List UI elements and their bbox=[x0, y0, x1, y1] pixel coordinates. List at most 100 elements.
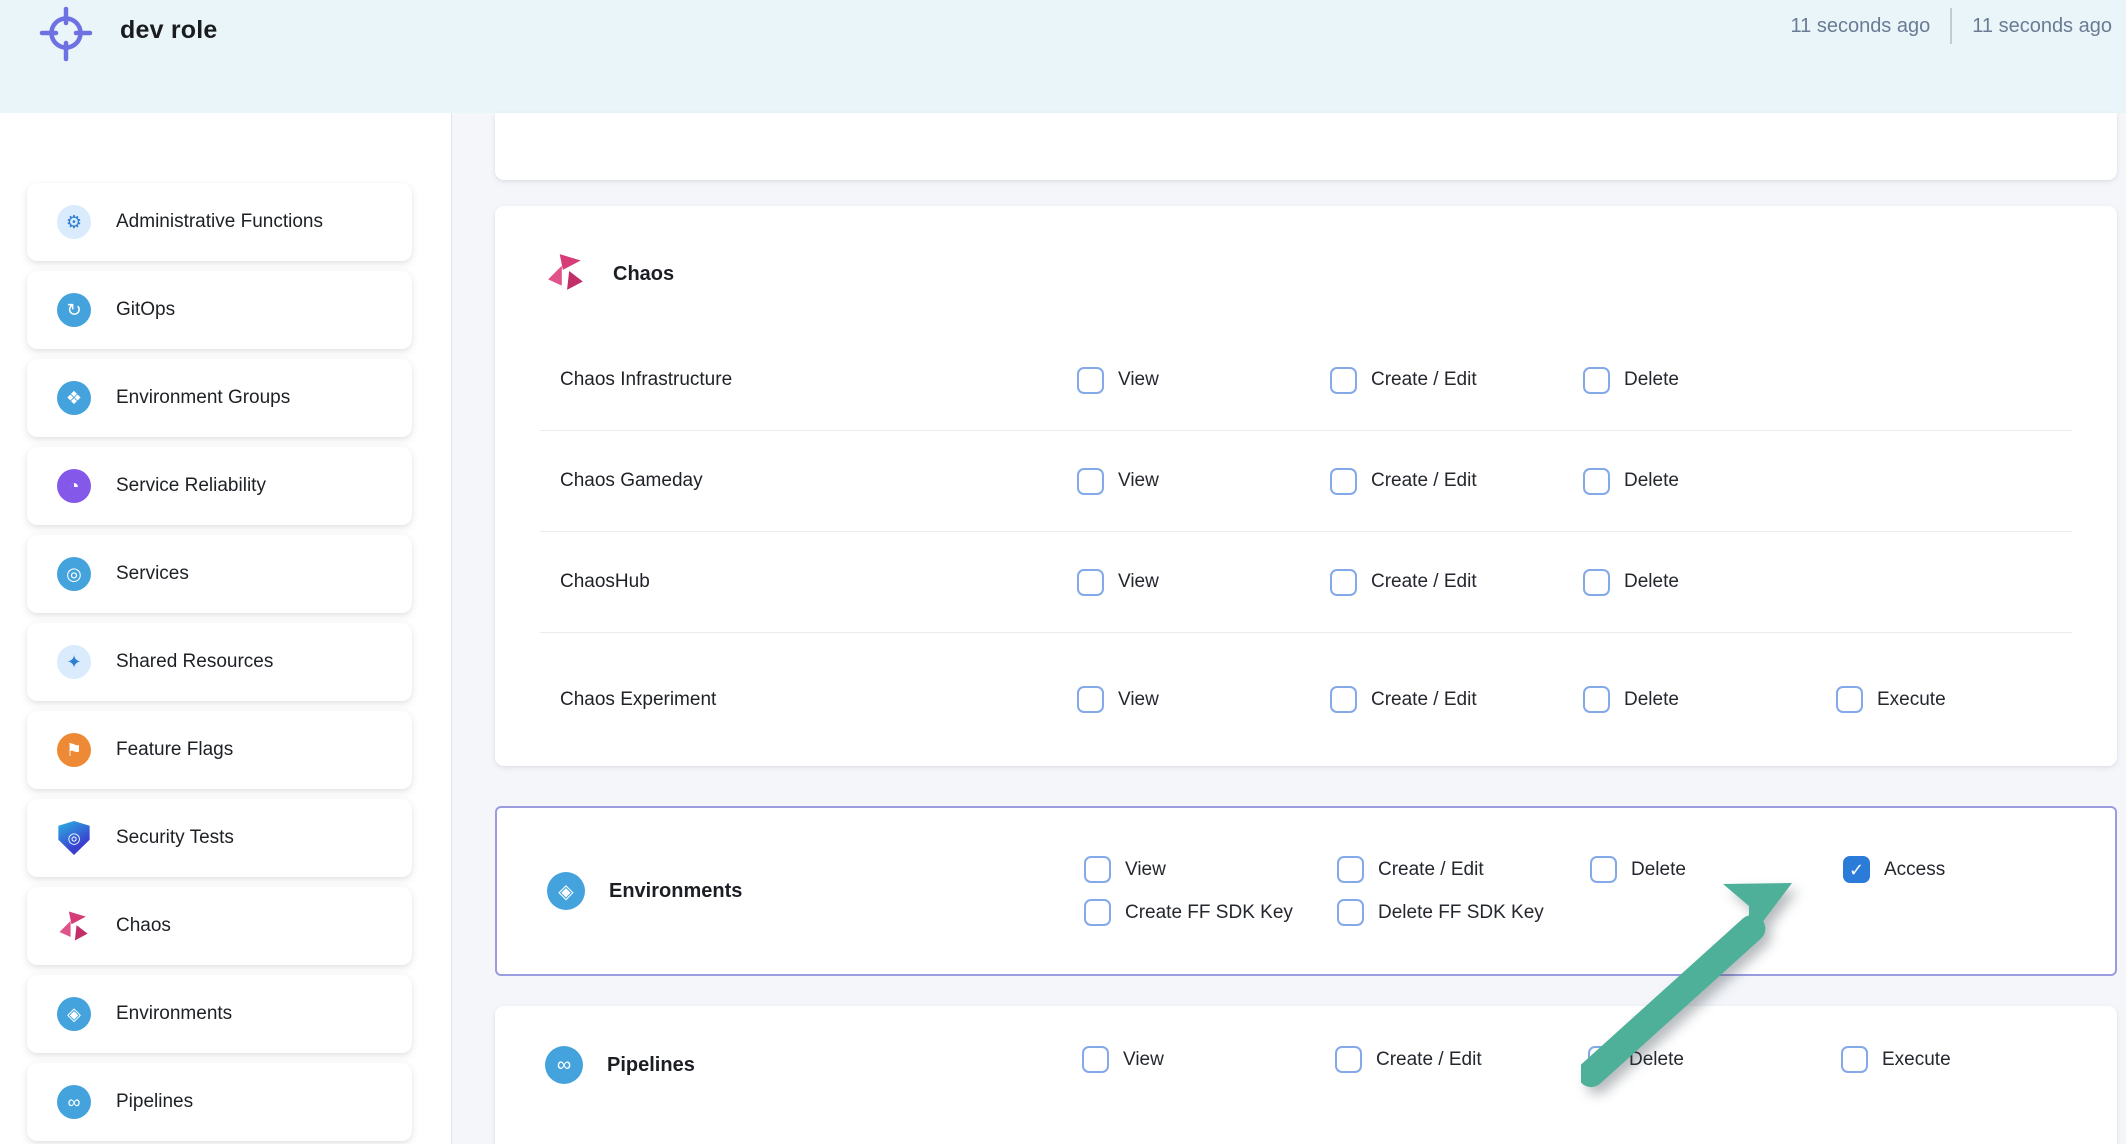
permission-create-edit[interactable]: Create / Edit bbox=[1330, 367, 1583, 394]
permission-delete[interactable]: Delete bbox=[1588, 1046, 1841, 1073]
pipelines-icon: ∞ bbox=[57, 1085, 91, 1119]
permission-row-chaos-experiment: Chaos Experiment View Create / Edit Delete E… bbox=[540, 633, 2072, 766]
permission-columns: View Create / Edit DeleteAccess bbox=[1084, 856, 2096, 883]
permission-label: View bbox=[1123, 1049, 1164, 1071]
sidebar-item-environment-groups[interactable]: ❖Environment Groups bbox=[27, 359, 412, 437]
permissions-panel: Chaos Chaos InfrastructureViewCreate / E… bbox=[452, 113, 2126, 1144]
permission-label: Create / Edit bbox=[1371, 571, 1477, 593]
delete-checkbox[interactable] bbox=[1583, 468, 1610, 495]
resource-label: Chaos Infrastructure bbox=[560, 369, 1077, 391]
gitops-icon: ↻ bbox=[57, 293, 91, 327]
permission-delete[interactable]: Delete bbox=[1583, 686, 1836, 713]
sidebar-item-label: Pipelines bbox=[116, 1091, 193, 1113]
permission-label: View bbox=[1118, 689, 1159, 711]
permission-label: Create / Edit bbox=[1371, 470, 1477, 492]
sidebar-item-feature-flags[interactable]: ⚑Feature Flags bbox=[27, 711, 412, 789]
chaos-card-header: Chaos bbox=[545, 242, 2072, 306]
sidebar-item-security-tests[interactable]: ◎Security Tests bbox=[27, 799, 412, 877]
environments-icon: ◈ bbox=[57, 997, 91, 1031]
sidebar-item-label: Service Reliability bbox=[116, 475, 266, 497]
permission-create-edit[interactable]: Create / Edit bbox=[1335, 1046, 1588, 1073]
view-checkbox[interactable] bbox=[1077, 367, 1104, 394]
sidebar-item-shared-resources[interactable]: ✦ Shared Resources bbox=[27, 623, 412, 701]
permission-columns: Create FF SDK KeyDelete FF SDK Key bbox=[1084, 899, 2096, 926]
permission-view[interactable]: View bbox=[1077, 686, 1330, 713]
delete-checkbox[interactable] bbox=[1590, 856, 1617, 883]
sidebar-item-pipelines[interactable]: ∞ Pipelines bbox=[27, 1063, 412, 1141]
permission-view[interactable]: View bbox=[1082, 1046, 1335, 1073]
permission-columns: View Create / Edit Delete Execute bbox=[1077, 686, 2089, 713]
environments-title: Environments bbox=[609, 880, 742, 903]
permission-row-chaoshub: ChaosHubViewCreate / EditDelete bbox=[540, 532, 2072, 633]
shared-resources-icon: ✦ bbox=[57, 645, 91, 679]
chaos-card-title: Chaos bbox=[613, 263, 674, 286]
execute-checkbox[interactable] bbox=[1836, 686, 1863, 713]
page-header: dev role 11 seconds ago 11 seconds ago bbox=[0, 0, 2126, 113]
sidebar-item-label: Feature Flags bbox=[116, 739, 233, 761]
permission-view[interactable]: View bbox=[1077, 468, 1330, 495]
permission-create-edit[interactable]: Create / Edit bbox=[1330, 686, 1583, 713]
permission-columns: View Create / Edit Delete bbox=[1077, 468, 2089, 495]
execute-checkbox[interactable] bbox=[1841, 1046, 1868, 1073]
permission-create-edit[interactable]: Create / Edit bbox=[1330, 468, 1583, 495]
permission-label: Execute bbox=[1877, 689, 1946, 711]
create-edit-checkbox[interactable] bbox=[1330, 686, 1357, 713]
pipelines-permissions-card: ∞ Pipelines ViewCreate / EditDeleteExecu… bbox=[495, 1006, 2117, 1144]
permission-view[interactable]: View bbox=[1077, 367, 1330, 394]
timestamps: 11 seconds ago 11 seconds ago bbox=[1791, 8, 2113, 44]
delete-checkbox[interactable] bbox=[1588, 1046, 1615, 1073]
permission-delete[interactable]: Delete bbox=[1583, 468, 1836, 495]
view-checkbox[interactable] bbox=[1077, 468, 1104, 495]
service-reliability-icon: ◔ bbox=[57, 469, 91, 503]
permission-delete[interactable]: Delete bbox=[1583, 367, 1836, 394]
view-checkbox[interactable] bbox=[1082, 1046, 1109, 1073]
access-checkbox[interactable] bbox=[1843, 856, 1870, 883]
create-edit-checkbox[interactable] bbox=[1330, 468, 1357, 495]
resource-label: Chaos Experiment bbox=[560, 689, 1077, 711]
permission-row-chaos-infrastructure: Chaos InfrastructureView Create / Edit Del… bbox=[540, 330, 2072, 431]
permission-label: Create / Edit bbox=[1371, 369, 1477, 391]
role-details-page: dev role 11 seconds ago 11 seconds ago ⚙… bbox=[0, 0, 2126, 1144]
sidebar-item-services[interactable]: ◎ Services bbox=[27, 535, 412, 613]
sidebar-item-chaos[interactable]: Chaos bbox=[27, 887, 412, 965]
permission-view[interactable]: View bbox=[1077, 569, 1330, 596]
permission-label: Create / Edit bbox=[1378, 859, 1484, 881]
create-ff-sdk-key-checkbox[interactable] bbox=[1084, 899, 1111, 926]
delete-ff-sdk-key-checkbox[interactable] bbox=[1337, 899, 1364, 926]
permission-access[interactable]: Access bbox=[1843, 856, 2096, 883]
created-timestamp: 11 seconds ago bbox=[1791, 15, 1931, 38]
sidebar-item-label: Shared Resources bbox=[116, 651, 273, 673]
delete-checkbox[interactable] bbox=[1583, 367, 1610, 394]
create-edit-checkbox[interactable] bbox=[1335, 1046, 1362, 1073]
delete-checkbox[interactable] bbox=[1583, 569, 1610, 596]
permission-delete[interactable]: Delete bbox=[1590, 856, 1843, 883]
create-edit-checkbox[interactable] bbox=[1337, 856, 1364, 883]
view-checkbox[interactable] bbox=[1084, 856, 1111, 883]
permission-execute[interactable]: Execute bbox=[1836, 686, 2089, 713]
sidebar-item-service-reliability[interactable]: ◔ Service Reliability bbox=[27, 447, 412, 525]
sidebar-item-administrative-functions[interactable]: ⚙Administrative Functions bbox=[27, 183, 412, 261]
chaos-icon bbox=[57, 909, 91, 943]
permission-delete[interactable]: Delete bbox=[1583, 569, 1836, 596]
sidebar-item-label: Services bbox=[116, 563, 189, 585]
permission-label: Delete bbox=[1624, 369, 1679, 391]
permission-label: Create / Edit bbox=[1371, 689, 1477, 711]
permission-execute[interactable]: Execute bbox=[1841, 1046, 2094, 1073]
permission-create-edit[interactable]: Create / Edit bbox=[1337, 856, 1590, 883]
services-icon: ◎ bbox=[57, 557, 91, 591]
permission-create-edit[interactable]: Create / Edit bbox=[1330, 569, 1583, 596]
sidebar-item-environments[interactable]: ◈Environments bbox=[27, 975, 412, 1053]
permission-label: View bbox=[1118, 470, 1159, 492]
permission-create-ff-sdk-key[interactable]: Create FF SDK Key bbox=[1084, 899, 1337, 926]
permission-view[interactable]: View bbox=[1084, 856, 1337, 883]
environments-entity: ◈ Environments bbox=[547, 872, 1084, 910]
sidebar-item-gitops[interactable]: ↻ GitOps bbox=[27, 271, 412, 349]
delete-checkbox[interactable] bbox=[1583, 686, 1610, 713]
permission-delete-ff-sdk-key[interactable]: Delete FF SDK Key bbox=[1337, 899, 1590, 926]
create-edit-checkbox[interactable] bbox=[1330, 367, 1357, 394]
view-checkbox[interactable] bbox=[1077, 686, 1104, 713]
view-checkbox[interactable] bbox=[1077, 569, 1104, 596]
permission-columns: View Create / EditDeleteExecute bbox=[1082, 1046, 2094, 1073]
sidebar-item-label: GitOps bbox=[116, 299, 175, 321]
create-edit-checkbox[interactable] bbox=[1330, 569, 1357, 596]
